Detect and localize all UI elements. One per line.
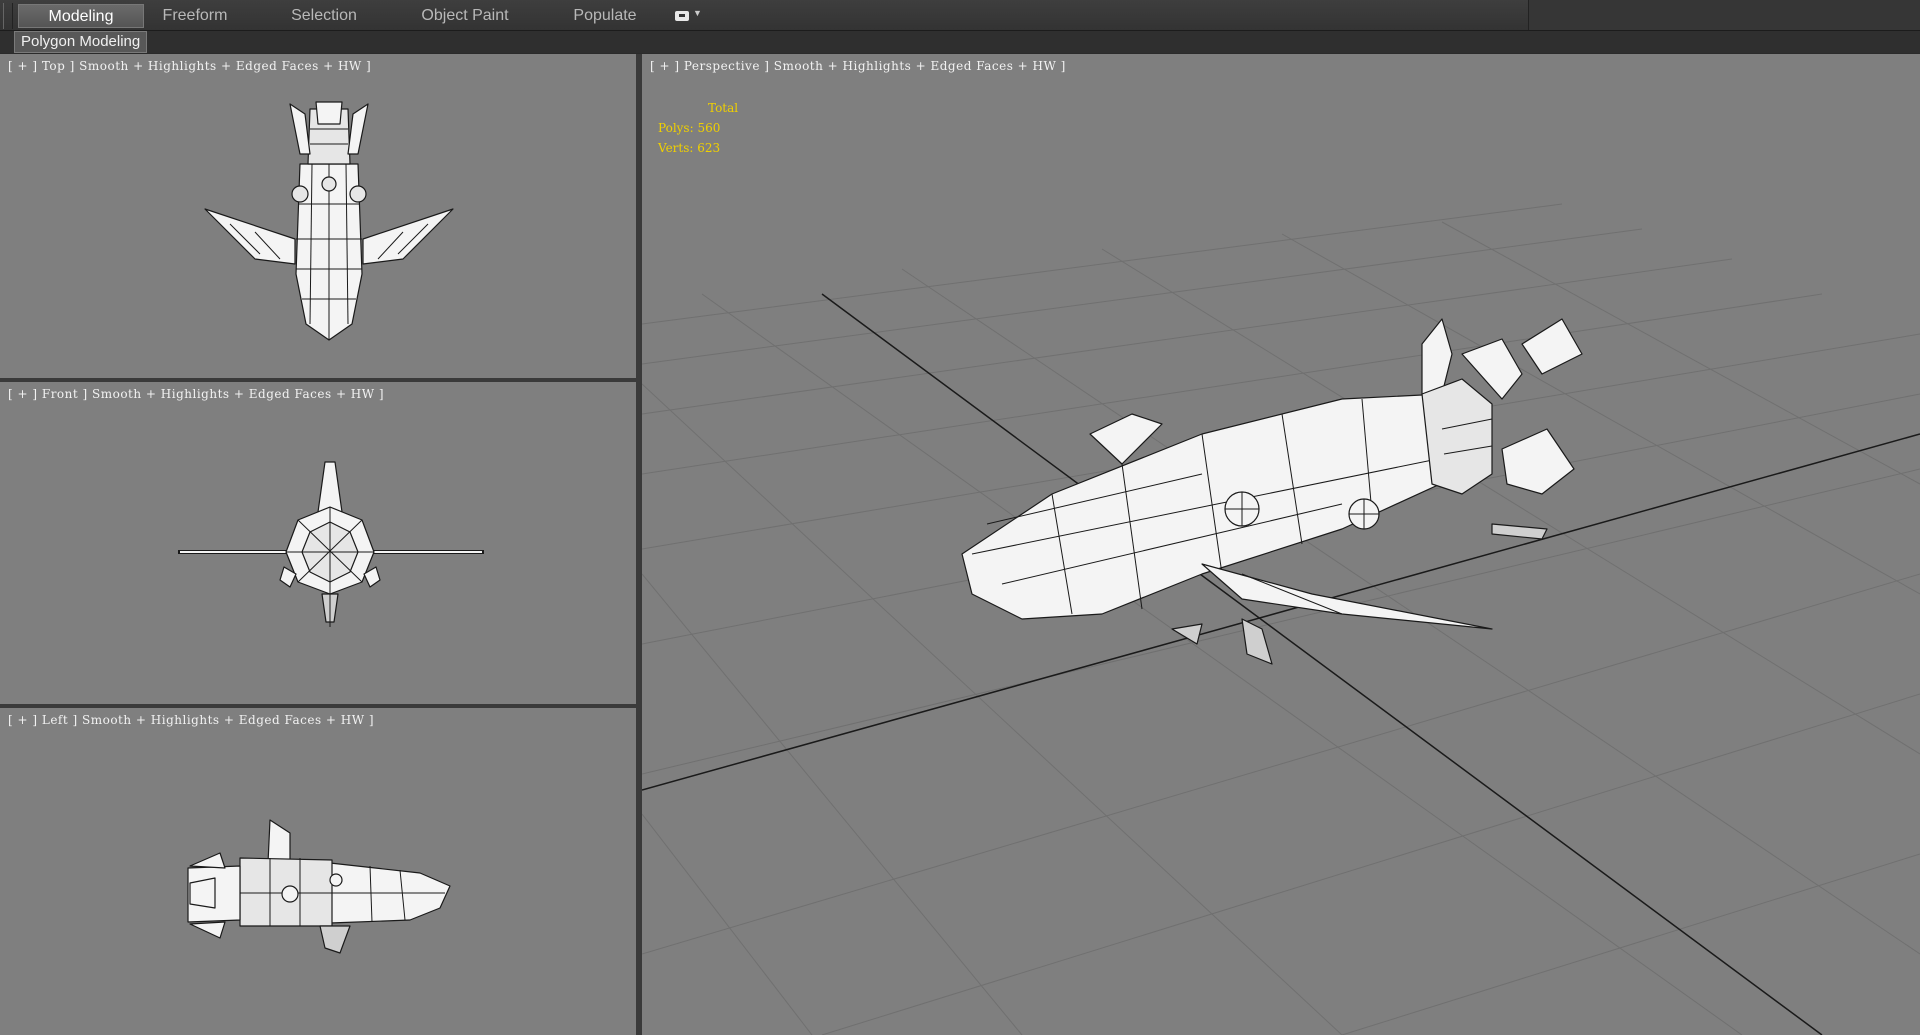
home-grid (642, 203, 1920, 1035)
tab-modeling[interactable]: Modeling (18, 4, 144, 28)
front-view-model (178, 461, 484, 627)
tab-populate[interactable]: Populate (560, 4, 650, 28)
tab-freeform[interactable]: Freeform (150, 4, 240, 28)
ribbon-panel-row: Polygon Modeling (0, 31, 1920, 53)
tab-selection[interactable]: Selection (278, 4, 370, 28)
viewport-splitter-horizontal-1[interactable] (0, 378, 636, 382)
viewport-splitter-vertical[interactable] (636, 54, 642, 1035)
viewport-perspective[interactable]: [ + ] Perspective ] Smooth + Highlights … (642, 54, 1920, 1035)
polygon-modeling-panel-button[interactable]: Polygon Modeling (14, 31, 148, 53)
ribbon-grip[interactable] (3, 3, 13, 29)
viewport-front[interactable]: [ + ] Front ] Smooth + Highlights + Edge… (0, 382, 636, 704)
top-view-model (204, 101, 454, 341)
display-toggle-icon[interactable]: ▼ (672, 8, 706, 26)
viewport-left[interactable]: [ + ] Left ] Smooth + Highlights + Edged… (0, 708, 636, 1035)
ribbon-empty-area (1528, 0, 1920, 30)
perspective-scene (642, 203, 1920, 1035)
ribbon-tab-bar: Modeling Freeform Selection Object Paint… (0, 0, 1920, 31)
viewport-splitter-horizontal-2[interactable] (0, 704, 636, 708)
viewport-top[interactable]: [ + ] Top ] Smooth + Highlights + Edged … (0, 54, 636, 378)
spaceship-model (961, 318, 1583, 665)
left-view-model (187, 819, 451, 954)
tab-object-paint[interactable]: Object Paint (410, 4, 520, 28)
